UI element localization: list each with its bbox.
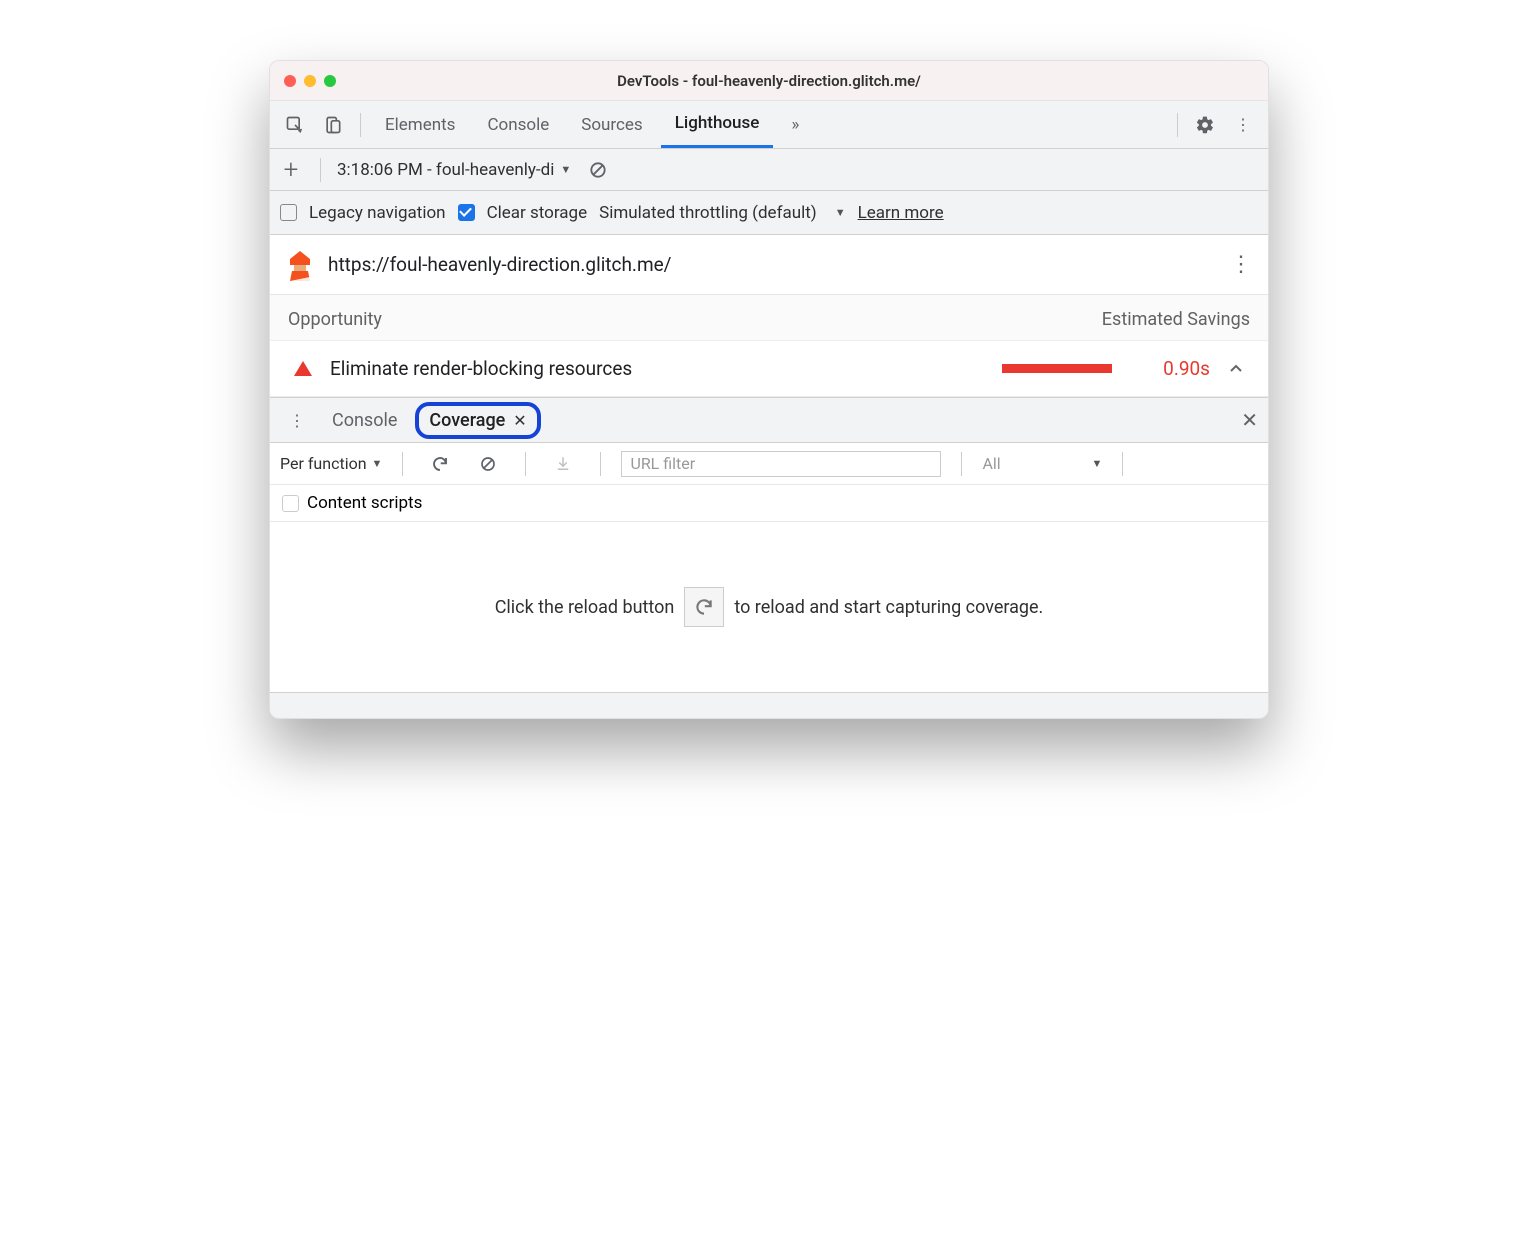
fail-triangle-icon — [294, 361, 312, 376]
content-scripts-label: Content scripts — [307, 493, 422, 513]
chevron-up-icon[interactable] — [1228, 361, 1244, 377]
legacy-navigation-checkbox[interactable] — [280, 204, 297, 221]
lighthouse-options-row: Legacy navigation Clear storage Simulate… — [270, 191, 1268, 235]
coverage-hint-after: to reload and start capturing coverage. — [734, 597, 1043, 618]
legacy-navigation-label: Legacy navigation — [309, 203, 446, 223]
granularity-label: Per function — [280, 454, 367, 473]
tab-sources[interactable]: Sources — [567, 101, 656, 148]
url-filter-placeholder: URL filter — [630, 454, 695, 473]
coverage-empty-state: Click the reload button to reload and st… — [270, 522, 1268, 692]
drawer-menu-icon[interactable]: ⋮ — [280, 403, 314, 437]
coverage-options-row: Content scripts — [270, 485, 1268, 522]
separator — [525, 452, 526, 476]
clear-storage-checkbox[interactable] — [458, 204, 475, 221]
tab-elements[interactable]: Elements — [371, 101, 469, 148]
separator — [1122, 452, 1123, 476]
footer-bar — [270, 692, 1268, 718]
devtools-window: DevTools - foul-heavenly-direction.glitc… — [269, 60, 1269, 719]
caret-down-icon: ▼ — [560, 163, 571, 176]
throttling-dropdown[interactable]: ▼ — [835, 206, 846, 219]
titlebar: DevTools - foul-heavenly-direction.glitc… — [270, 61, 1268, 101]
drawer-tab-coverage-highlight: Coverage ✕ — [415, 402, 540, 439]
tab-lighthouse[interactable]: Lighthouse — [661, 101, 774, 148]
device-toggle-icon[interactable] — [316, 108, 350, 142]
close-coverage-tab-icon[interactable]: ✕ — [513, 411, 526, 430]
coverage-toolbar: Per function ▼ URL filter All ▼ — [270, 443, 1268, 485]
drawer-tab-console[interactable]: Console — [324, 406, 405, 435]
savings-bar — [1002, 364, 1112, 373]
savings-column-label: Estimated Savings — [1102, 309, 1250, 330]
page-url-row: https://foul-heavenly-direction.glitch.m… — [270, 235, 1268, 295]
url-filter-input[interactable]: URL filter — [621, 451, 941, 477]
report-dropdown-label: 3:18:06 PM - foul-heavenly-di — [337, 160, 554, 180]
new-report-button[interactable]: + — [278, 155, 304, 185]
savings-value: 0.90s — [1130, 357, 1210, 380]
type-filter-label: All — [982, 454, 1000, 473]
content-scripts-checkbox[interactable] — [282, 495, 299, 512]
gear-icon[interactable] — [1188, 108, 1222, 142]
separator — [320, 158, 321, 182]
separator — [1177, 113, 1178, 137]
clear-storage-label: Clear storage — [487, 203, 588, 223]
separator — [402, 452, 403, 476]
reload-button[interactable] — [684, 587, 724, 627]
separator — [600, 452, 601, 476]
type-filter-select[interactable]: All ▼ — [982, 454, 1102, 473]
separator — [961, 452, 962, 476]
report-dropdown[interactable]: 3:18:06 PM - foul-heavenly-di ▼ — [337, 160, 571, 180]
granularity-select[interactable]: Per function ▼ — [280, 454, 382, 473]
opportunity-name: Eliminate render-blocking resources — [330, 357, 984, 380]
window-title: DevTools - foul-heavenly-direction.glitc… — [270, 72, 1268, 90]
page-url: https://foul-heavenly-direction.glitch.m… — [328, 253, 672, 276]
clear-icon[interactable] — [581, 153, 615, 187]
caret-down-icon: ▼ — [1092, 457, 1103, 470]
lighthouse-icon — [286, 249, 314, 281]
learn-more-link[interactable]: Learn more — [858, 203, 944, 223]
kebab-menu-icon[interactable]: ⋮ — [1226, 108, 1260, 142]
caret-down-icon: ▼ — [372, 457, 383, 470]
opportunity-row[interactable]: Eliminate render-blocking resources 0.90… — [270, 341, 1268, 397]
opportunity-column-label: Opportunity — [288, 309, 382, 330]
main-tabstrip: Elements Console Sources Lighthouse » ⋮ — [270, 101, 1268, 149]
drawer-tabstrip: ⋮ Console Coverage ✕ ✕ — [270, 397, 1268, 443]
report-menu-icon[interactable]: ⋮ — [1230, 252, 1252, 277]
inspect-icon[interactable] — [278, 108, 312, 142]
separator — [360, 113, 361, 137]
tabs-overflow-icon[interactable]: » — [777, 101, 813, 148]
export-icon — [546, 447, 580, 481]
close-drawer-icon[interactable]: ✕ — [1241, 408, 1258, 432]
opportunities-header: Opportunity Estimated Savings — [270, 295, 1268, 341]
coverage-hint-before: Click the reload button — [495, 597, 675, 618]
stop-icon[interactable] — [471, 447, 505, 481]
throttling-label: Simulated throttling (default) — [599, 203, 817, 223]
drawer-tab-coverage[interactable]: Coverage — [429, 410, 505, 431]
reload-icon[interactable] — [423, 447, 457, 481]
lighthouse-toolbar: + 3:18:06 PM - foul-heavenly-di ▼ — [270, 149, 1268, 191]
tab-console[interactable]: Console — [473, 101, 563, 148]
